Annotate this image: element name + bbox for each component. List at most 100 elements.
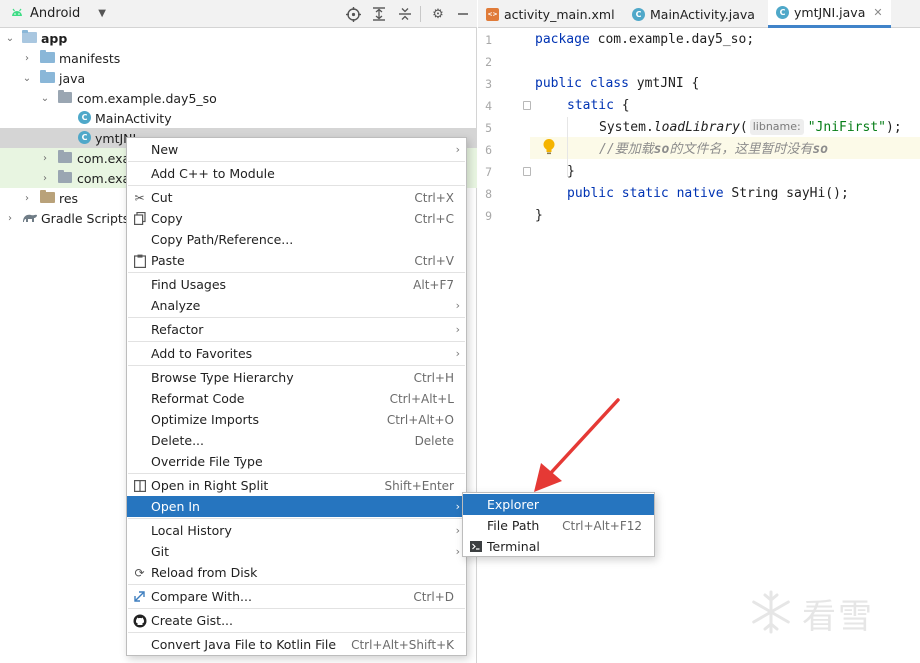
- menu-shortcut: Delete: [414, 433, 454, 448]
- chevron-right-icon[interactable]: ›: [21, 193, 33, 204]
- menu-item-label: New: [151, 142, 179, 157]
- android-icon: [10, 6, 24, 22]
- tree-item-label: com.exa: [77, 150, 131, 166]
- chevron-right-icon[interactable]: ›: [39, 153, 51, 164]
- menu-item-open-in-right-split[interactable]: Open in Right Split Shift+Enter: [127, 475, 466, 496]
- menu-item-reformat-code[interactable]: Reformat Code Ctrl+Alt+L: [127, 388, 466, 409]
- menu-item-optimize-imports[interactable]: Optimize Imports Ctrl+Alt+O: [127, 409, 466, 430]
- tab-ymtjni-java[interactable]: C ymtJNI.java ✕: [768, 0, 891, 28]
- chevron-right-icon: ›: [455, 524, 460, 537]
- tree-item-mainactivity[interactable]: C MainActivity: [0, 108, 477, 128]
- fold-marker-icon[interactable]: [523, 167, 531, 176]
- menu-item-reload-from-disk[interactable]: ⟳ Reload from Disk: [127, 562, 466, 583]
- menu-item-copy-path[interactable]: Copy Path/Reference...: [127, 229, 466, 250]
- tab-mainactivity-java[interactable]: C MainActivity.java: [632, 0, 755, 28]
- collapse-all-icon[interactable]: [396, 5, 414, 23]
- menu-item-browse-type-hierarchy[interactable]: Browse Type Hierarchy Ctrl+H: [127, 367, 466, 388]
- code-line-8: public static native String sayHi();: [567, 186, 849, 201]
- chevron-right-icon: ›: [455, 299, 460, 312]
- menu-item-create-gist[interactable]: Create Gist...: [127, 610, 466, 631]
- code-line-7: }: [567, 164, 575, 179]
- compare-icon: [132, 589, 147, 604]
- code-editor[interactable]: 1 2 3 4 5 6 7 8 9 package com.example.da…: [478, 29, 920, 663]
- chevron-down-icon[interactable]: ⌄: [21, 73, 33, 84]
- chevron-right-icon: ›: [455, 545, 460, 558]
- menu-separator: [128, 365, 465, 366]
- copy-icon: [132, 211, 147, 226]
- menu-item-label: Create Gist...: [151, 613, 234, 628]
- menu-separator: [128, 473, 465, 474]
- menu-separator: [128, 317, 465, 318]
- snowflake-icon: [748, 589, 794, 638]
- chevron-right-icon[interactable]: ›: [39, 173, 51, 184]
- menu-item-open-in[interactable]: Open In ›: [127, 496, 466, 517]
- menu-item-label: Override File Type: [151, 454, 263, 469]
- menu-separator: [128, 518, 465, 519]
- folder-icon: [40, 70, 55, 83]
- split-icon: [132, 478, 147, 493]
- tree-item-package[interactable]: ⌄ com.example.day5_so: [0, 88, 477, 108]
- menu-item-label: Cut: [151, 190, 173, 205]
- menu-item-override-file-type[interactable]: Override File Type: [127, 451, 466, 472]
- menu-item-add-to-favorites[interactable]: Add to Favorites ›: [127, 343, 466, 364]
- submenu-item-file-path[interactable]: File Path Ctrl+Alt+F12: [463, 515, 654, 536]
- close-icon[interactable]: ✕: [873, 6, 882, 19]
- minimize-icon[interactable]: [454, 5, 472, 23]
- editor-tab-bar: <> activity_main.xml C MainActivity.java…: [478, 0, 920, 28]
- menu-item-delete[interactable]: Delete... Delete: [127, 430, 466, 451]
- menu-item-git[interactable]: Git ›: [127, 541, 466, 562]
- lightbulb-icon[interactable]: [542, 138, 556, 156]
- open-in-submenu: Explorer File Path Ctrl+Alt+F12 Terminal: [462, 492, 655, 557]
- menu-item-label: File Path: [487, 518, 540, 533]
- menu-item-convert-to-kotlin[interactable]: Convert Java File to Kotlin File Ctrl+Al…: [127, 634, 466, 655]
- chevron-right-icon[interactable]: ›: [21, 53, 33, 64]
- menu-item-label: Open in Right Split: [151, 478, 269, 493]
- menu-separator: [128, 632, 465, 633]
- line-number: 4: [485, 99, 492, 113]
- editor-gutter: 1 2 3 4 5 6 7 8 9: [478, 29, 531, 663]
- menu-item-paste[interactable]: Paste Ctrl+V: [127, 250, 466, 271]
- menu-item-analyze[interactable]: Analyze ›: [127, 295, 466, 316]
- project-toolbar: Android ▼ ⚙: [0, 0, 477, 28]
- module-folder-icon: [22, 30, 37, 43]
- chevron-down-icon[interactable]: ⌄: [39, 93, 51, 104]
- package-icon: [58, 150, 72, 163]
- menu-separator: [128, 272, 465, 273]
- tree-item-label: manifests: [59, 50, 121, 66]
- menu-shortcut: Ctrl+X: [414, 190, 454, 205]
- tree-item-java[interactable]: ⌄ java: [0, 68, 477, 88]
- fold-marker-icon[interactable]: [523, 101, 531, 110]
- menu-item-local-history[interactable]: Local History ›: [127, 520, 466, 541]
- locate-icon[interactable]: [344, 5, 362, 23]
- menu-item-label: Open In: [151, 499, 200, 514]
- submenu-item-terminal[interactable]: Terminal: [463, 536, 654, 557]
- submenu-item-explorer[interactable]: Explorer: [463, 494, 654, 515]
- chevron-down-icon[interactable]: ⌄: [4, 33, 16, 44]
- scissors-icon: ✂: [134, 190, 145, 205]
- code-line-1: package com.example.day5_so;: [535, 32, 755, 47]
- menu-separator: [128, 161, 465, 162]
- chevron-down-icon[interactable]: ▼: [98, 8, 106, 19]
- project-view-selector[interactable]: Android: [30, 6, 80, 21]
- menu-item-compare-with[interactable]: Compare With... Ctrl+D: [127, 586, 466, 607]
- menu-item-refactor[interactable]: Refactor ›: [127, 319, 466, 340]
- xml-file-icon: <>: [486, 7, 499, 21]
- menu-item-add-cpp-to-module[interactable]: Add C++ to Module: [127, 163, 466, 184]
- package-icon: [58, 90, 72, 103]
- menu-item-new[interactable]: New ›: [127, 139, 466, 160]
- context-menu: New › Add C++ to Module ✂ Cut Ctrl+X Cop…: [126, 137, 467, 656]
- chevron-right-icon: ›: [455, 143, 460, 156]
- menu-item-copy[interactable]: Copy Ctrl+C: [127, 208, 466, 229]
- chevron-right-icon[interactable]: ›: [4, 213, 16, 224]
- tab-label: activity_main.xml: [504, 6, 615, 22]
- toolbar-divider: [420, 6, 421, 22]
- menu-item-cut[interactable]: ✂ Cut Ctrl+X: [127, 187, 466, 208]
- tree-item-manifests[interactable]: › manifests: [0, 48, 477, 68]
- tree-item-label: com.example.day5_so: [77, 90, 217, 106]
- menu-item-label: Find Usages: [151, 277, 227, 292]
- expand-all-icon[interactable]: [370, 5, 388, 23]
- tab-activity-main-xml[interactable]: <> activity_main.xml: [486, 0, 615, 28]
- menu-item-find-usages[interactable]: Find Usages Alt+F7: [127, 274, 466, 295]
- tree-item-app[interactable]: ⌄ app: [0, 28, 477, 48]
- gear-icon[interactable]: ⚙: [429, 5, 447, 23]
